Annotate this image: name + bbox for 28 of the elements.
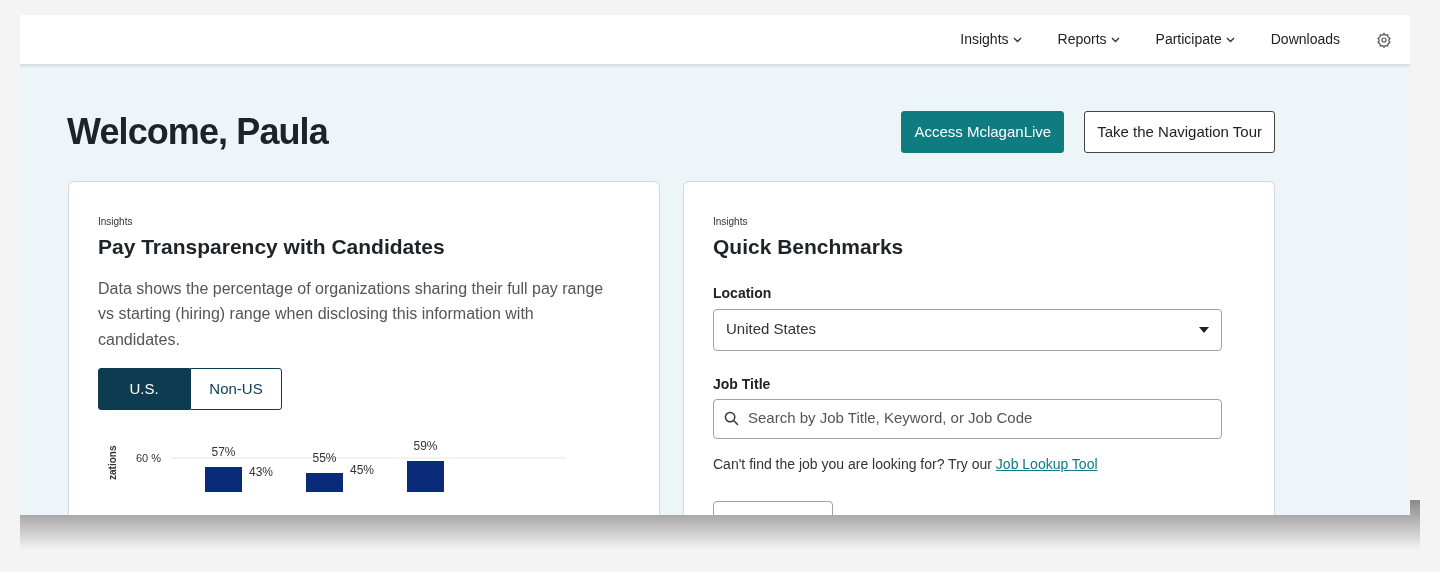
card-eyebrow: Insights xyxy=(713,215,749,229)
card-title: Pay Transparency with Candidates xyxy=(98,234,446,260)
value-label: 45% xyxy=(350,462,375,477)
access-button[interactable]: Access MclaganLive xyxy=(901,111,1065,153)
location-select[interactable]: United States xyxy=(713,308,1222,351)
toggle-tab[interactable]: Non-US xyxy=(190,368,282,410)
nav-link[interactable]: Insights xyxy=(960,29,1022,50)
card-title: Quick Benchmarks xyxy=(713,234,905,260)
nav-link[interactable]: Downloads xyxy=(1270,29,1340,50)
nav-link[interactable]: Reports xyxy=(1057,29,1120,50)
axis-tick-label: 60 % xyxy=(136,452,162,464)
job-search-field[interactable]: Search by Job Title, Keyword, or Job Code xyxy=(713,398,1222,439)
value-label: 55% xyxy=(312,451,337,465)
help-text: Can't find the job you are looking for? Try our Job Lookup Tool xyxy=(713,454,1099,474)
axis-label: zations xyxy=(107,445,118,480)
field-label: Job Title xyxy=(713,374,772,394)
value-label: 57% xyxy=(211,445,236,459)
job-lookup-link[interactable]: Job Lookup Tool xyxy=(995,455,1098,472)
card-eyebrow: Insights xyxy=(98,215,134,229)
job-search-input[interactable]: Search by Job Title, Keyword, or Job Code xyxy=(748,407,1211,430)
nav-link[interactable]: Participate xyxy=(1155,29,1235,50)
field-label: Location xyxy=(713,283,773,303)
toggle-tab[interactable]: U.S. xyxy=(98,368,190,410)
card-description: Data shows the percentage of organizations sharing their full pay range vs starting (hiring) range when disclosing this information with candidates. xyxy=(98,278,605,350)
value-label: 43% xyxy=(249,464,274,479)
page-title: Welcome, Paula xyxy=(67,110,328,154)
value-label: 59% xyxy=(413,439,438,453)
tour-button[interactable]: Take the Navigation Tour xyxy=(1084,111,1275,153)
